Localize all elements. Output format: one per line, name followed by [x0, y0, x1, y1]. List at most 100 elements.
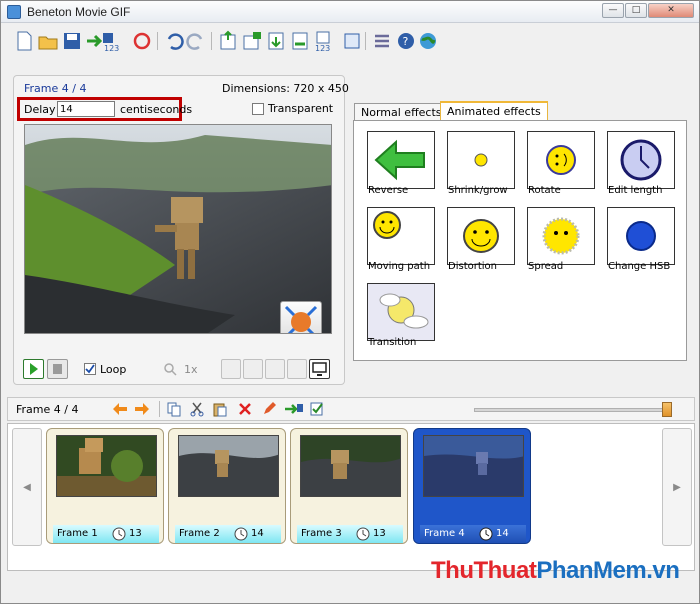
effect-moving-path[interactable] [367, 207, 435, 265]
frame-info-bar: Frame 2 14 [175, 525, 281, 543]
frame-thumbnail[interactable]: Frame 1 13 [46, 428, 164, 544]
add-frame-icon[interactable] [217, 30, 239, 52]
clock-icon [112, 527, 126, 541]
insert-image-icon[interactable] [241, 30, 263, 52]
maximize-button[interactable]: □ [625, 3, 647, 18]
paste-icon[interactable] [212, 401, 228, 417]
effect-label: Spread [528, 261, 564, 272]
distorted-smiley-icon [463, 219, 499, 253]
move-right-icon[interactable] [133, 401, 151, 417]
loop-checkbox[interactable] [84, 363, 96, 375]
copy-icon[interactable] [166, 401, 182, 417]
display-mode-button[interactable] [309, 359, 330, 379]
new-file-icon[interactable] [13, 30, 35, 52]
effect-edit-length[interactable] [607, 131, 675, 189]
zoom-in-button[interactable] [221, 359, 241, 379]
frame-info-bar: Frame 4 14 [420, 525, 526, 543]
frame-delay: 13 [129, 528, 142, 539]
zoom-fit-button[interactable] [265, 359, 285, 379]
svg-text:123: 123 [104, 44, 119, 52]
effect-distortion[interactable] [447, 207, 515, 265]
zoom-actual-button[interactable] [287, 359, 307, 379]
import-down-icon[interactable] [265, 30, 287, 52]
transparent-checkbox[interactable] [252, 103, 264, 115]
edit-pencil-icon[interactable] [261, 401, 277, 417]
fullscreen-button[interactable] [280, 301, 322, 333]
spread-smiley-icon [542, 217, 580, 255]
frame-delay: 13 [373, 528, 386, 539]
close-button[interactable]: ✕ [648, 3, 694, 18]
frame-thumbnail[interactable]: Frame 2 14 [168, 428, 286, 544]
clock-icon [234, 527, 248, 541]
play-button[interactable] [23, 359, 44, 379]
refresh-icon[interactable] [131, 30, 153, 52]
export-frames-icon[interactable]: 123 [85, 30, 125, 52]
frame-thumbnail[interactable]: Frame 3 13 [290, 428, 408, 544]
loop-label: Loop [100, 363, 127, 376]
small-smiley-icon [474, 153, 488, 167]
animated-effects-panel: Reverse Shrink/grow Rotate Edit length M… [353, 120, 687, 361]
redo-icon[interactable] [185, 30, 207, 52]
stop-button[interactable] [47, 359, 68, 379]
save-icon[interactable] [61, 30, 83, 52]
rotated-smiley-icon [546, 145, 576, 175]
zoom-out-button[interactable] [243, 359, 263, 379]
web-globe-icon[interactable] [417, 30, 439, 52]
frame-slider-track[interactable] [474, 408, 670, 412]
effect-label: Distortion [448, 261, 497, 272]
watermark-phan: Phan [536, 557, 593, 584]
minimize-button[interactable]: — [602, 3, 624, 18]
effect-label: Edit length [608, 185, 663, 196]
effect-spread[interactable] [527, 207, 595, 265]
clock-icon [479, 527, 493, 541]
effect-reverse[interactable] [367, 131, 435, 189]
frame-thumbnail-selected[interactable]: Frame 4 14 [413, 428, 531, 544]
app-icon [7, 5, 21, 19]
undo-icon[interactable] [163, 30, 185, 52]
delay-input[interactable] [57, 101, 115, 117]
play-icon [30, 363, 38, 375]
effect-shrink-grow[interactable] [447, 131, 515, 189]
dimensions-label: Dimensions: 720 x 450 [222, 82, 349, 95]
frame-name: Frame 2 [179, 528, 220, 539]
move-left-icon[interactable] [111, 401, 129, 417]
properties-check-icon[interactable] [309, 401, 325, 417]
scroll-left-button[interactable]: ◀ [12, 428, 42, 546]
effect-label: Moving path [368, 261, 431, 272]
numbered-import-icon[interactable]: 123 [311, 30, 339, 52]
monitor-icon [312, 362, 327, 376]
frame-info-bar: Frame 1 13 [53, 525, 159, 543]
help-icon[interactable]: ? [395, 30, 417, 52]
effect-transition[interactable] [367, 283, 435, 341]
effect-change-hsb[interactable] [607, 207, 675, 265]
effect-rotate[interactable] [527, 131, 595, 189]
resize-icon[interactable] [341, 30, 363, 52]
watermark: ThuThuatPhanMem.vn [431, 557, 680, 585]
zoom-search-icon [164, 363, 177, 376]
delay-unit-label: centiseconds [120, 103, 193, 116]
delete-icon[interactable] [237, 401, 253, 417]
watermark-thu: Thu [431, 557, 474, 584]
frame-delay: 14 [496, 528, 509, 539]
import-sequence-icon[interactable] [289, 30, 311, 52]
cut-icon[interactable] [189, 401, 205, 417]
frame-name: Frame 4 [424, 528, 465, 539]
window-title: Beneton Movie GIF [27, 5, 131, 19]
left-arrow-icon [374, 139, 425, 181]
properties-list-icon[interactable] [371, 30, 393, 52]
tab-animated-effects[interactable]: Animated effects [440, 101, 548, 122]
svg-text:?: ? [403, 35, 409, 48]
frame-slider-thumb[interactable] [662, 402, 672, 417]
effect-label: Reverse [368, 185, 409, 196]
frame-preview-panel: Frame 4 / 4 Dimensions: 720 x 450 Delay … [13, 75, 349, 385]
zoom-value: 1x [184, 363, 198, 376]
watermark-thuat: Thuat [473, 557, 537, 584]
open-folder-icon[interactable] [37, 30, 59, 52]
frame-info-bar: Frame 3 13 [297, 525, 403, 543]
watermark-vn: .vn [646, 557, 680, 584]
delay-highlight-box: Delay centiseconds [17, 97, 192, 121]
export-frame-icon[interactable] [283, 401, 305, 417]
frame-image [300, 435, 401, 497]
effect-label: Transition [368, 337, 417, 348]
scroll-right-button[interactable]: ▶ [662, 428, 692, 546]
